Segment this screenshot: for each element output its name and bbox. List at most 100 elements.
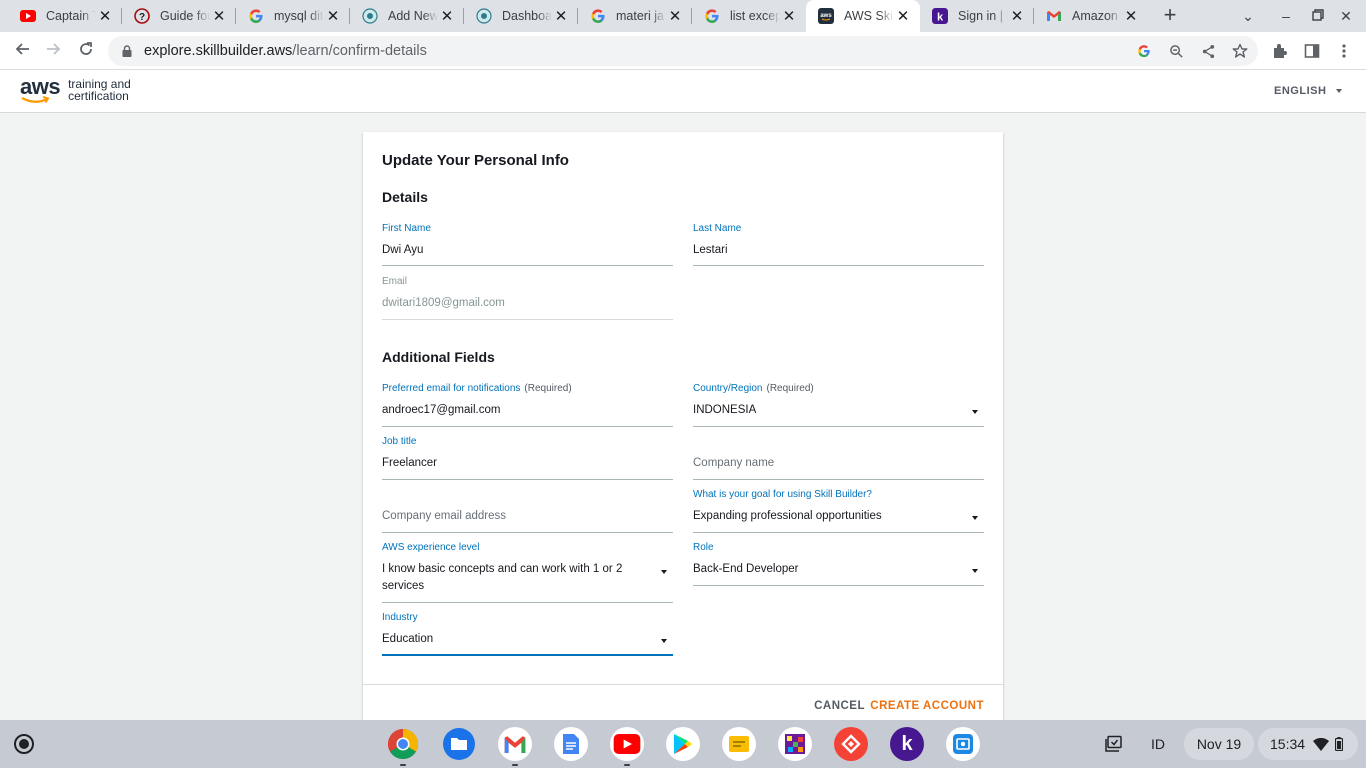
tab-title: Sign in | k xyxy=(958,9,1008,23)
company-email-field[interactable]: Company email address xyxy=(382,489,673,533)
kahoot-icon: k xyxy=(932,8,948,24)
company-name-input[interactable]: Company name xyxy=(693,450,984,472)
job-title-field[interactable]: Job title Freelancer xyxy=(382,436,673,480)
tab-amazon[interactable]: Amazon ✕ xyxy=(1034,0,1148,32)
date-indicator[interactable]: Nov 19 xyxy=(1184,728,1254,760)
close-tab-icon[interactable]: ✕ xyxy=(210,7,228,25)
country-select[interactable]: Country/Region (Required) INDONESIA xyxy=(693,383,984,427)
first-name-input[interactable]: Dwi Ayu xyxy=(382,237,673,259)
tab-title: Amazon xyxy=(1072,9,1118,23)
back-icon[interactable] xyxy=(12,41,32,61)
role-value: Back-End Developer xyxy=(693,563,799,575)
input-method-indicator[interactable]: ID xyxy=(1140,728,1176,760)
company-email-input[interactable]: Company email address xyxy=(382,503,673,525)
close-tab-icon[interactable]: ✕ xyxy=(1008,7,1026,25)
dicoding-icon xyxy=(476,8,492,24)
close-tab-icon[interactable]: ✕ xyxy=(96,7,114,25)
last-name-input[interactable]: Lestari xyxy=(693,237,984,259)
system-tray[interactable]: 15:34 xyxy=(1258,728,1358,760)
tab-add-new[interactable]: Add New ✕ xyxy=(350,0,464,32)
tab-youtube[interactable]: Captain T ✕ xyxy=(8,0,122,32)
industry-select[interactable]: Industry Education xyxy=(382,612,673,656)
aws-experience-select[interactable]: AWS experience level I know basic concep… xyxy=(382,542,673,603)
aws-logo-text: aws xyxy=(20,74,61,99)
reload-icon[interactable] xyxy=(76,41,96,61)
extensions-icon[interactable] xyxy=(1270,41,1290,61)
email-label: Email xyxy=(382,276,408,287)
aws-experience-value: I know basic concepts and can work with … xyxy=(382,563,623,592)
close-tab-icon[interactable]: ✕ xyxy=(438,7,456,25)
email-input: dwitari1809@gmail.com xyxy=(382,297,505,309)
close-tab-icon[interactable]: ✕ xyxy=(1122,7,1140,25)
gmail-app-icon[interactable] xyxy=(498,727,532,761)
pixel-art-app-icon[interactable] xyxy=(778,727,812,761)
tab-dashboard[interactable]: Dashboa ✕ xyxy=(464,0,578,32)
play-store-icon[interactable] xyxy=(666,727,700,761)
last-name-field[interactable]: Last Name Lestari xyxy=(693,223,984,266)
caret-down-icon xyxy=(1336,89,1342,94)
wifi-icon xyxy=(1313,737,1330,751)
close-tab-icon[interactable]: ✕ xyxy=(780,7,798,25)
close-tab-icon[interactable]: ✕ xyxy=(666,7,684,25)
keep-notes-icon[interactable] xyxy=(722,727,756,761)
side-panel-icon[interactable] xyxy=(1302,41,1322,61)
close-window-icon[interactable]: ✕ xyxy=(1337,8,1355,24)
tab-mysql[interactable]: mysql dit ✕ xyxy=(236,0,350,32)
close-tab-icon[interactable]: ✕ xyxy=(894,7,912,25)
gmail-icon xyxy=(1047,11,1061,21)
running-indicator xyxy=(512,764,518,766)
tab-list-exception[interactable]: list excep ✕ xyxy=(692,0,806,32)
language-selector[interactable]: ENGLISH xyxy=(1274,85,1342,97)
kahoot-app-icon[interactable]: k xyxy=(890,727,924,761)
preferred-email-input[interactable]: androec17@gmail.com xyxy=(382,397,673,419)
tab-sign-in[interactable]: k Sign in | k ✕ xyxy=(920,0,1034,32)
running-indicator xyxy=(400,764,406,766)
google-icon xyxy=(249,9,263,23)
files-icon[interactable] xyxy=(442,727,476,761)
aws-training-logo[interactable]: aws training and certification xyxy=(20,74,131,104)
youtube-icon xyxy=(20,10,36,22)
zoom-icon[interactable] xyxy=(1166,41,1186,61)
google-lens-icon[interactable] xyxy=(1134,41,1154,61)
cancel-button[interactable]: CANCEL xyxy=(814,700,865,712)
tab-materi[interactable]: materi ja ✕ xyxy=(578,0,692,32)
youtube-app-icon[interactable] xyxy=(610,727,644,761)
clock: 15:34 xyxy=(1270,736,1306,752)
forward-icon[interactable] xyxy=(44,41,64,61)
screenshot-app-icon[interactable] xyxy=(946,727,980,761)
tab-title: Add New xyxy=(388,9,438,23)
menu-kebab-icon[interactable] xyxy=(1334,41,1354,61)
first-name-field[interactable]: First Name Dwi Ayu xyxy=(382,223,673,266)
svg-text:?: ? xyxy=(139,12,145,23)
tote-icon[interactable] xyxy=(1098,728,1130,760)
restore-icon[interactable] xyxy=(1309,8,1327,24)
anydesk-icon[interactable] xyxy=(834,727,868,761)
docs-icon[interactable] xyxy=(554,727,588,761)
country-label: Country/Region (Required) xyxy=(693,383,814,394)
aws-icon: aws xyxy=(818,8,834,24)
goal-select[interactable]: What is your goal for using Skill Builde… xyxy=(693,489,984,533)
bookmark-star-icon[interactable] xyxy=(1230,41,1250,61)
preferred-email-field[interactable]: Preferred email for notifications (Requir… xyxy=(382,383,673,427)
goal-value: Expanding professional opportunities xyxy=(693,510,882,522)
chrome-icon[interactable] xyxy=(386,727,420,761)
launcher-icon[interactable] xyxy=(14,734,34,754)
caret-down-icon xyxy=(972,569,978,573)
minimize-icon[interactable]: – xyxy=(1277,8,1295,24)
job-title-input[interactable]: Freelancer xyxy=(382,450,673,472)
company-name-field[interactable]: Company name xyxy=(693,436,984,480)
address-bar[interactable]: explore.skillbuilder.aws/learn/confirm-d… xyxy=(108,36,1258,66)
tab-aws-skill-builder[interactable]: aws AWS Skill ✕ xyxy=(806,0,920,32)
tab-guide[interactable]: ? Guide for ✕ xyxy=(122,0,236,32)
language-label: ENGLISH xyxy=(1274,85,1327,97)
share-icon[interactable] xyxy=(1198,41,1218,61)
google-icon xyxy=(705,9,719,23)
role-select[interactable]: Role Back-End Developer xyxy=(693,542,984,586)
close-tab-icon[interactable]: ✕ xyxy=(552,7,570,25)
close-tab-icon[interactable]: ✕ xyxy=(324,7,342,25)
new-tab-button[interactable]: + xyxy=(1158,4,1182,27)
tab-search-icon[interactable]: ⌄ xyxy=(1239,8,1257,24)
running-indicator xyxy=(624,764,630,766)
create-account-button[interactable]: CREATE ACCOUNT xyxy=(870,700,984,712)
tab-title: Dashboa xyxy=(502,9,552,23)
